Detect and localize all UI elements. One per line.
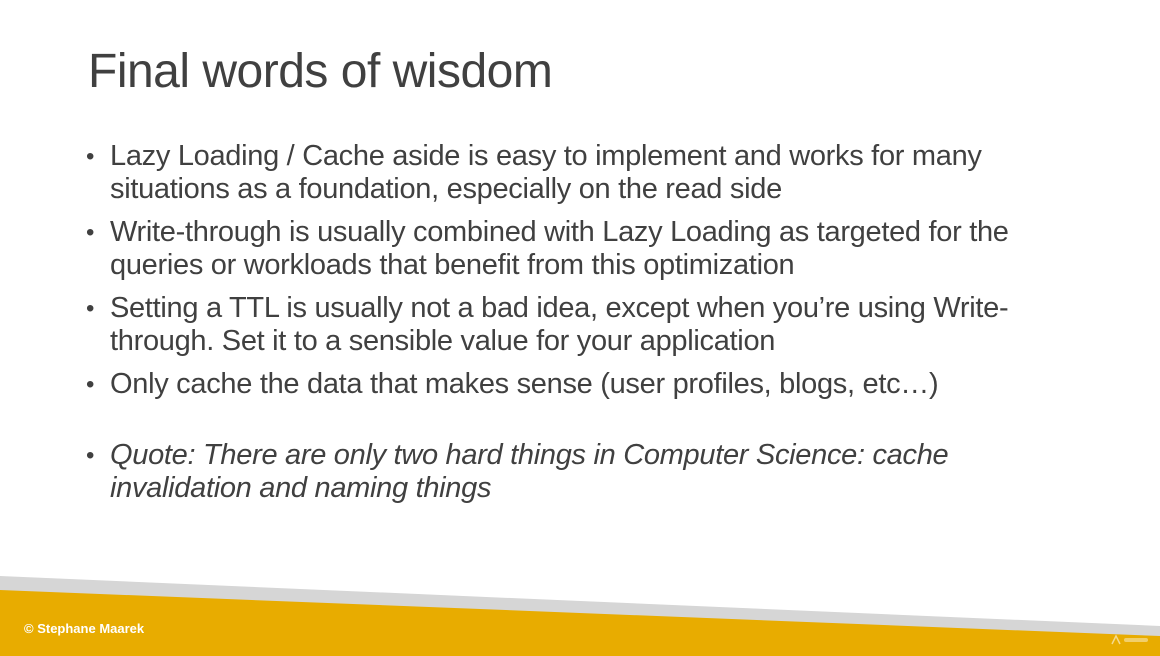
slide: Final words of wisdom • Lazy Loading / C…	[0, 0, 1160, 656]
footer-band	[0, 576, 1160, 656]
bullet-dot-icon: •	[86, 295, 95, 322]
watermark-logo-icon	[1110, 634, 1150, 649]
bullet-list: • Lazy Loading / Cache aside is easy to …	[86, 140, 1096, 515]
bullet-text: Write-through is usually combined with L…	[110, 216, 1009, 281]
bullet-item: • Setting a TTL is usually not a bad ide…	[86, 292, 1096, 358]
bullet-dot-icon: •	[86, 143, 95, 170]
bullet-text: Only cache the data that makes sense (us…	[110, 368, 939, 400]
slide-title: Final words of wisdom	[88, 45, 553, 98]
bullet-dot-icon: •	[86, 442, 95, 469]
bullet-dot-icon: •	[86, 371, 95, 398]
bullet-item: • Write-through is usually combined with…	[86, 216, 1096, 282]
quote-text: Quote: There are only two hard things in…	[110, 439, 949, 504]
bullet-dot-icon: •	[86, 219, 95, 246]
quote-bullet-item: • Quote: There are only two hard things …	[86, 439, 1096, 505]
copyright-text: © Stephane Maarek	[24, 621, 145, 636]
bullet-item: • Lazy Loading / Cache aside is easy to …	[86, 140, 1096, 206]
bullet-text: Lazy Loading / Cache aside is easy to im…	[110, 140, 982, 205]
bullet-text: Setting a TTL is usually not a bad idea,…	[110, 292, 1009, 357]
bullet-item: • Only cache the data that makes sense (…	[86, 368, 1096, 401]
